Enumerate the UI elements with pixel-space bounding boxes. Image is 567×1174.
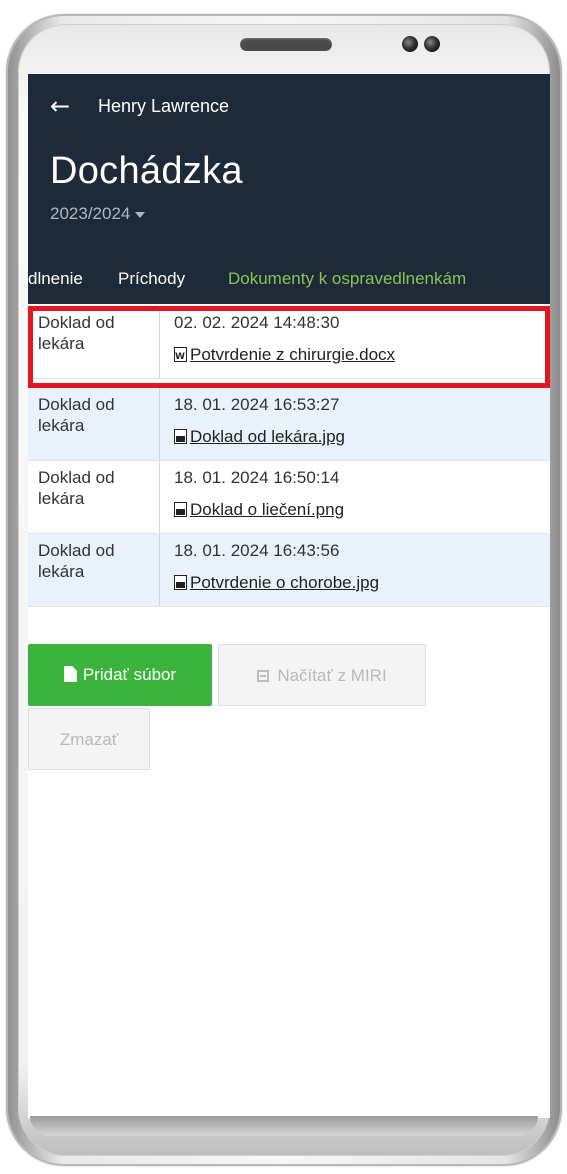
phone-bottom-edge	[30, 1116, 538, 1136]
tab-prichody[interactable]: Príchody	[118, 269, 185, 289]
table-row[interactable]: Doklad od lekára 18. 01. 2024 16:43:56 P…	[28, 534, 550, 607]
add-file-button[interactable]: Pridať súbor	[28, 644, 212, 706]
add-file-label: Pridať súbor	[82, 665, 177, 684]
load-from-miri-button[interactable]: Načítať z MIRI	[218, 644, 426, 706]
document-type: Doklad od lekára	[28, 388, 160, 460]
table-row[interactable]: Doklad od lekára 18. 01. 2024 16:53:27 D…	[28, 388, 550, 461]
document-file-name: Potvrdenie o chorobe.jpg	[190, 573, 380, 592]
document-file-name: Doklad o liečení.png	[190, 500, 345, 519]
caret-down-icon	[135, 211, 146, 218]
document-cell: 02. 02. 2024 14:48:30 Potvrdenie z chiru…	[174, 312, 544, 368]
arrow-left-icon[interactable]: ←	[50, 92, 78, 120]
document-datetime: 18. 01. 2024 16:53:27	[174, 395, 340, 414]
app-header: ← Henry Lawrence Dochádzka 2023/2024 dln…	[28, 74, 550, 304]
phone-sensor	[424, 36, 440, 52]
table-row[interactable]: Doklad od lekára 18. 01. 2024 16:50:14 D…	[28, 461, 550, 534]
document-file-name: Doklad od lekára.jpg	[190, 427, 345, 446]
document-file-link[interactable]: Doklad o liečení.png	[174, 499, 544, 520]
phone-speaker	[240, 38, 332, 51]
document-type: Doklad od lekára	[28, 534, 160, 606]
delete-button[interactable]: Zmazať	[28, 708, 150, 770]
table-row[interactable]: Doklad od lekára 02. 02. 2024 14:48:30 P…	[28, 306, 550, 379]
document-datetime: 18. 01. 2024 16:43:56	[174, 541, 340, 560]
document-datetime: 02. 02. 2024 14:48:30	[174, 313, 340, 332]
document-cell: 18. 01. 2024 16:53:27 Doklad od lekára.j…	[174, 394, 544, 447]
document-file-link[interactable]: Potvrdenie z chirurgie.docx	[174, 344, 544, 368]
tab-bar: dlnenie Príchody Dokumenty k ospravedlne…	[28, 262, 550, 298]
document-file-link[interactable]: Potvrdenie o chorobe.jpg	[174, 572, 544, 593]
image-file-icon	[174, 502, 187, 517]
document-type: Doklad od lekára	[28, 461, 160, 533]
image-file-icon	[174, 575, 187, 590]
import-icon	[257, 670, 270, 682]
tab-ospravedlnenie[interactable]: dlnenie	[28, 269, 83, 289]
school-year-label: 2023/2024	[50, 204, 131, 223]
document-datetime: 18. 01. 2024 16:50:14	[174, 468, 340, 487]
page-title: Dochádzka	[50, 150, 243, 192]
tab-dokumenty[interactable]: Dokumenty k ospravedlnenkám	[228, 269, 466, 289]
document-cell: 18. 01. 2024 16:43:56 Potvrdenie o choro…	[174, 540, 544, 593]
word-file-icon	[174, 347, 187, 368]
school-year-selector[interactable]: 2023/2024	[50, 204, 146, 224]
document-cell: 18. 01. 2024 16:50:14 Doklad o liečení.p…	[174, 467, 544, 520]
delete-label: Zmazať	[59, 730, 119, 749]
load-from-miri-label: Načítať z MIRI	[277, 666, 387, 685]
image-file-icon	[174, 429, 187, 444]
app-screen: ← Henry Lawrence Dochádzka 2023/2024 dln…	[28, 74, 550, 1118]
document-file-link[interactable]: Doklad od lekára.jpg	[174, 426, 544, 447]
phone-camera	[402, 36, 418, 52]
document-type: Doklad od lekára	[28, 306, 160, 378]
user-name: Henry Lawrence	[98, 96, 230, 116]
document-icon	[63, 666, 77, 682]
document-file-name: Potvrdenie z chirurgie.docx	[190, 345, 396, 364]
